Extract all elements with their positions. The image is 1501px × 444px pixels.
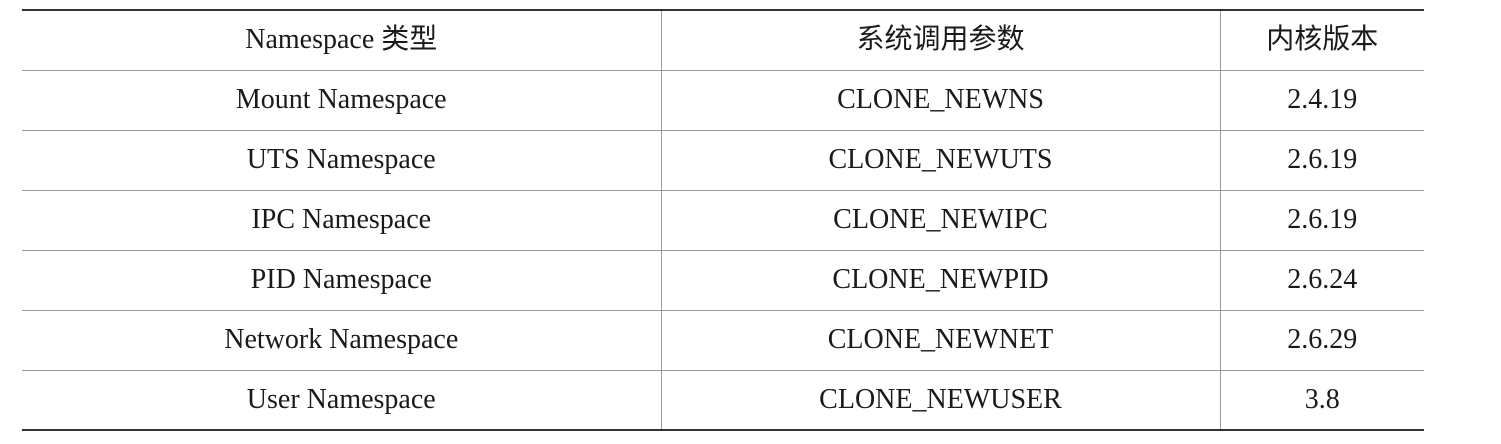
cell-kernel-version: 2.6.19 (1219, 190, 1424, 251)
cell-kernel-version: 3.8 (1219, 370, 1424, 430)
cell-namespace-type: IPC Namespace (22, 190, 661, 251)
table-body: Mount Namespace CLONE_NEWNS 2.4.19 UTS N… (22, 70, 1424, 430)
cell-syscall-param: CLONE_NEWUSER (660, 370, 1220, 430)
cell-namespace-type: Mount Namespace (22, 70, 661, 131)
cell-syscall-param: CLONE_NEWPID (660, 250, 1220, 311)
cell-syscall-param: CLONE_NEWIPC (660, 190, 1220, 251)
cell-syscall-param: CLONE_NEWNS (660, 70, 1220, 131)
header-namespace-type: Namespace 类型 (22, 10, 661, 71)
table-header: Namespace 类型 系统调用参数 内核版本 (22, 10, 1424, 71)
namespace-table-container: Namespace 类型 系统调用参数 内核版本 Mount Namespace… (22, 9, 1424, 431)
cell-namespace-type: PID Namespace (22, 250, 661, 311)
table-row: PID Namespace CLONE_NEWPID 2.6.24 (22, 250, 1424, 311)
table-row: Mount Namespace CLONE_NEWNS 2.4.19 (22, 70, 1424, 131)
cell-kernel-version: 2.6.24 (1219, 250, 1424, 311)
cell-kernel-version: 2.6.19 (1219, 130, 1424, 191)
cell-kernel-version: 2.6.29 (1219, 310, 1424, 371)
cell-kernel-version: 2.4.19 (1219, 70, 1424, 131)
header-syscall-param: 系统调用参数 (660, 10, 1220, 71)
header-kernel-version: 内核版本 (1219, 10, 1424, 71)
table-row: IPC Namespace CLONE_NEWIPC 2.6.19 (22, 190, 1424, 251)
cell-syscall-param: CLONE_NEWNET (660, 310, 1220, 371)
cell-namespace-type: Network Namespace (22, 310, 661, 371)
cell-namespace-type: UTS Namespace (22, 130, 661, 191)
namespace-table: Namespace 类型 系统调用参数 内核版本 Mount Namespace… (22, 9, 1424, 431)
table-row: Network Namespace CLONE_NEWNET 2.6.29 (22, 310, 1424, 371)
header-row: Namespace 类型 系统调用参数 内核版本 (22, 10, 1424, 71)
table-row: User Namespace CLONE_NEWUSER 3.8 (22, 370, 1424, 430)
table-row: UTS Namespace CLONE_NEWUTS 2.6.19 (22, 130, 1424, 191)
cell-namespace-type: User Namespace (246, 383, 436, 415)
cell-syscall-param: CLONE_NEWUTS (660, 130, 1220, 191)
